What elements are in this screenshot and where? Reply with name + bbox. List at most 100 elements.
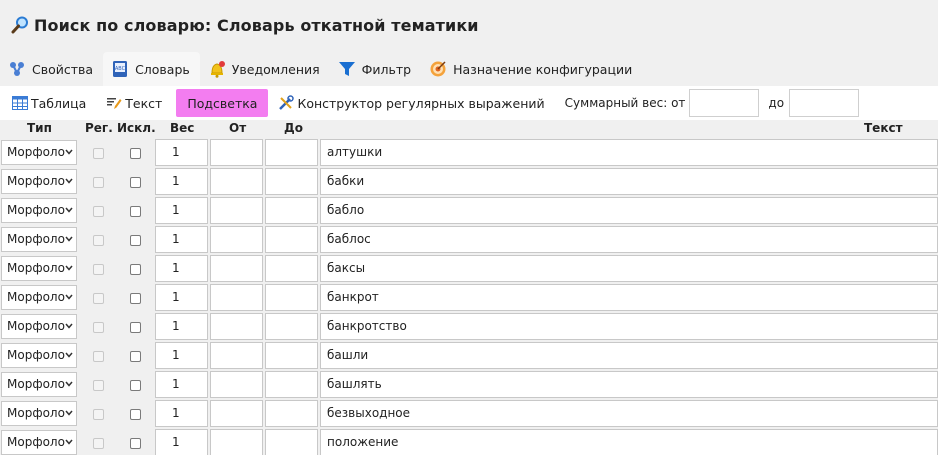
weight-to-input[interactable] bbox=[789, 89, 860, 117]
regex-checkbox[interactable] bbox=[93, 264, 104, 275]
exclude-checkbox[interactable] bbox=[130, 409, 141, 420]
text-field[interactable]: безвыходное bbox=[320, 400, 938, 427]
view-text-button[interactable]: Текст bbox=[100, 89, 168, 117]
from-field[interactable] bbox=[210, 429, 263, 455]
view-table-button[interactable]: Таблица bbox=[6, 89, 93, 117]
weight-from-input[interactable] bbox=[689, 89, 760, 117]
chevron-down-icon bbox=[65, 323, 73, 329]
tab-filter[interactable]: Фильтр bbox=[330, 52, 421, 86]
weight-field[interactable]: 1 bbox=[155, 255, 208, 282]
type-select[interactable]: Морфоло bbox=[1, 285, 77, 310]
exclude-checkbox[interactable] bbox=[130, 235, 141, 246]
text-field[interactable]: бабло bbox=[320, 197, 938, 224]
type-select-value: Морфоло bbox=[7, 203, 65, 217]
to-field[interactable] bbox=[265, 168, 318, 195]
to-field[interactable] bbox=[265, 197, 318, 224]
highlight-button[interactable]: Подсветка bbox=[176, 89, 269, 117]
regex-builder-label: Конструктор регулярных выражений bbox=[297, 95, 545, 111]
view-text-label: Текст bbox=[125, 95, 163, 111]
regex-checkbox[interactable] bbox=[93, 206, 104, 217]
regex-checkbox[interactable] bbox=[93, 322, 104, 333]
from-field[interactable] bbox=[210, 400, 263, 427]
weight-field[interactable]: 1 bbox=[155, 371, 208, 398]
regex-checkbox[interactable] bbox=[93, 409, 104, 420]
table-row: Морфоло 1 башлять bbox=[0, 370, 938, 399]
exclude-checkbox[interactable] bbox=[130, 148, 141, 159]
text-field[interactable]: банкротство bbox=[320, 313, 938, 340]
weight-field[interactable]: 1 bbox=[155, 342, 208, 369]
from-field[interactable] bbox=[210, 139, 263, 166]
regex-checkbox[interactable] bbox=[93, 177, 104, 188]
from-field[interactable] bbox=[210, 197, 263, 224]
text-field[interactable]: алтушки bbox=[320, 139, 938, 166]
table-row: Морфоло 1 алтушки bbox=[0, 138, 938, 167]
tab-notifications[interactable]: Уведомления bbox=[200, 52, 330, 86]
from-field[interactable] bbox=[210, 255, 263, 282]
from-field[interactable] bbox=[210, 313, 263, 340]
text-field[interactable]: бабки bbox=[320, 168, 938, 195]
type-select[interactable]: Морфоло bbox=[1, 343, 77, 368]
weight-field[interactable]: 1 bbox=[155, 168, 208, 195]
to-field[interactable] bbox=[265, 313, 318, 340]
regex-builder-button[interactable]: Конструктор регулярных выражений bbox=[272, 89, 550, 117]
regex-checkbox[interactable] bbox=[93, 235, 104, 246]
weight-field[interactable]: 1 bbox=[155, 226, 208, 253]
text-field[interactable]: баблос bbox=[320, 226, 938, 253]
type-select[interactable]: Морфоло bbox=[1, 430, 77, 455]
weight-field[interactable]: 1 bbox=[155, 400, 208, 427]
col-type: Тип bbox=[27, 121, 52, 135]
type-select-value: Морфоло bbox=[7, 406, 65, 420]
type-select[interactable]: Морфоло bbox=[1, 227, 77, 252]
exclude-checkbox[interactable] bbox=[130, 206, 141, 217]
type-select[interactable]: Морфоло bbox=[1, 169, 77, 194]
tab-properties[interactable]: Свойства bbox=[0, 52, 103, 86]
regex-checkbox[interactable] bbox=[93, 438, 104, 449]
tab-dictionary[interactable]: ABC Словарь bbox=[103, 52, 200, 86]
regex-checkbox[interactable] bbox=[93, 351, 104, 362]
type-select[interactable]: Морфоло bbox=[1, 140, 77, 165]
regex-checkbox[interactable] bbox=[93, 293, 104, 304]
type-select[interactable]: Морфоло bbox=[1, 314, 77, 339]
weight-field[interactable]: 1 bbox=[155, 284, 208, 311]
type-select[interactable]: Морфоло bbox=[1, 401, 77, 426]
to-field[interactable] bbox=[265, 139, 318, 166]
text-field[interactable]: положение bbox=[320, 429, 938, 455]
weight-field[interactable]: 1 bbox=[155, 429, 208, 455]
type-select[interactable]: Морфоло bbox=[1, 198, 77, 223]
from-field[interactable] bbox=[210, 371, 263, 398]
exclude-checkbox[interactable] bbox=[130, 351, 141, 362]
exclude-checkbox[interactable] bbox=[130, 293, 141, 304]
from-field[interactable] bbox=[210, 168, 263, 195]
to-field[interactable] bbox=[265, 371, 318, 398]
exclude-checkbox[interactable] bbox=[130, 322, 141, 333]
exclude-checkbox[interactable] bbox=[130, 380, 141, 391]
exclude-checkbox[interactable] bbox=[130, 264, 141, 275]
type-select[interactable]: Морфоло bbox=[1, 256, 77, 281]
to-field[interactable] bbox=[265, 342, 318, 369]
from-field[interactable] bbox=[210, 284, 263, 311]
text-field[interactable]: баксы bbox=[320, 255, 938, 282]
type-select[interactable]: Морфоло bbox=[1, 372, 77, 397]
text-field[interactable]: башли bbox=[320, 342, 938, 369]
regex-checkbox[interactable] bbox=[93, 148, 104, 159]
weight-field[interactable]: 1 bbox=[155, 139, 208, 166]
text-field[interactable]: банкрот bbox=[320, 284, 938, 311]
to-field[interactable] bbox=[265, 284, 318, 311]
from-field[interactable] bbox=[210, 226, 263, 253]
table-row: Морфоло 1 безвыходное bbox=[0, 399, 938, 428]
weight-to-label: до bbox=[768, 96, 785, 110]
to-field[interactable] bbox=[265, 255, 318, 282]
from-field[interactable] bbox=[210, 342, 263, 369]
to-field[interactable] bbox=[265, 400, 318, 427]
regex-checkbox[interactable] bbox=[93, 380, 104, 391]
exclude-checkbox[interactable] bbox=[130, 177, 141, 188]
to-field[interactable] bbox=[265, 226, 318, 253]
text-field[interactable]: башлять bbox=[320, 371, 938, 398]
to-field[interactable] bbox=[265, 429, 318, 455]
tab-config-assignment[interactable]: Назначение конфигурации bbox=[421, 52, 642, 86]
weight-field[interactable]: 1 bbox=[155, 313, 208, 340]
weight-field[interactable]: 1 bbox=[155, 197, 208, 224]
exclude-checkbox[interactable] bbox=[130, 438, 141, 449]
table-row: Морфоло 1 положение bbox=[0, 428, 938, 455]
table-icon bbox=[12, 96, 28, 110]
